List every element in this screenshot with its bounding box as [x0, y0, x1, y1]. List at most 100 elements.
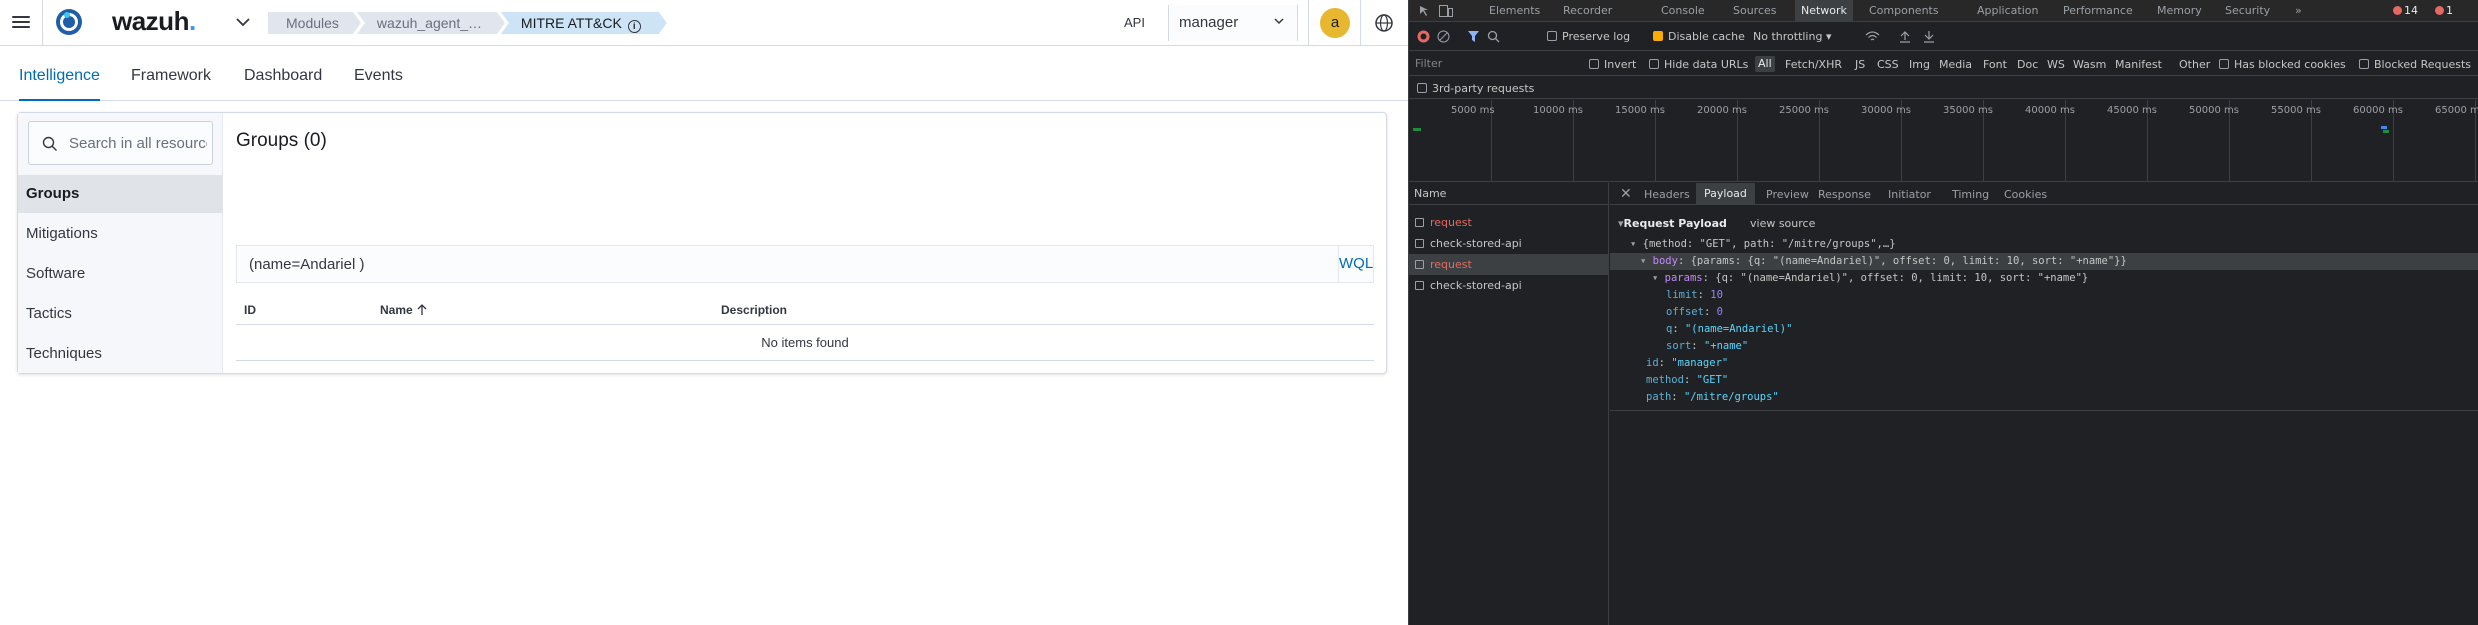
globe-icon[interactable]: [1373, 12, 1395, 34]
divider: [1610, 410, 2478, 411]
payload-sort: sort: "+name": [1666, 340, 1749, 352]
timeline-label: 60000 ms: [2353, 105, 2403, 116]
warning-count-badge[interactable]: 1: [2435, 4, 2453, 17]
devtools-tab-memory[interactable]: Memory: [2157, 4, 2202, 17]
sidebar-item-tactics[interactable]: Tactics: [18, 295, 223, 333]
search-icon[interactable]: [1487, 30, 1500, 43]
breadcrumb-mitre[interactable]: MITRE ATT&CK i: [501, 12, 667, 34]
tab-intelligence[interactable]: Intelligence: [19, 47, 100, 101]
sidebar-item-groups[interactable]: Groups: [18, 175, 223, 213]
network-overview-timeline[interactable]: 5000 ms 10000 ms 15000 ms 20000 ms 25000 ms 3…: [1409, 100, 2478, 182]
devtools-tabbar: Elements Recorder Console Sources Networ…: [1409, 0, 2478, 22]
avatar[interactable]: a: [1320, 8, 1350, 38]
filter-type-doc[interactable]: Doc: [2017, 58, 2038, 71]
error-count-badge[interactable]: 14: [2393, 4, 2418, 17]
menu-icon[interactable]: [12, 13, 30, 31]
detail-tab-headers[interactable]: Headers: [1644, 188, 1690, 201]
filter-type-media[interactable]: Media: [1939, 58, 1972, 71]
search-input[interactable]: [69, 132, 207, 154]
info-icon[interactable]: i: [628, 20, 641, 33]
tab-dashboard[interactable]: Dashboard: [244, 47, 322, 101]
sidebar-item-mitigations[interactable]: Mitigations: [18, 215, 223, 253]
search-box[interactable]: [28, 121, 213, 165]
detail-tab-timing[interactable]: Timing: [1952, 188, 1989, 201]
payload-body-row[interactable]: ▾ body: {params: {q: "(name=Andariel)", …: [1610, 253, 2478, 270]
filter-type-all[interactable]: All: [1755, 56, 1775, 72]
payload-params-row[interactable]: ▾ params: {q: "(name=Andariel)", offset:…: [1652, 270, 2088, 287]
detail-tab-response[interactable]: Response: [1818, 188, 1871, 201]
filter-input[interactable]: Filter: [1415, 57, 1442, 70]
filter-type-js[interactable]: JS: [1855, 58, 1865, 71]
blocked-requests-checkbox[interactable]: Blocked Requests: [2359, 58, 2471, 71]
invert-checkbox[interactable]: Invert: [1589, 58, 1636, 71]
devtools-tab-application[interactable]: Application: [1977, 4, 2038, 17]
import-har-icon[interactable]: [1899, 30, 1911, 43]
request-row[interactable]: check-stored-api: [1409, 275, 1609, 296]
wql-search-bar[interactable]: (name=Andariel ) WQL: [236, 245, 1374, 283]
breadcrumb-modules[interactable]: Modules: [268, 12, 361, 34]
detail-tab-initiator[interactable]: Initiator: [1888, 188, 1931, 201]
payload-root[interactable]: ▾ {method: "GET", path: "/mitre/groups",…: [1630, 236, 1896, 253]
filter-type-ws[interactable]: WS: [2047, 58, 2065, 71]
filter-type-font[interactable]: Font: [1983, 58, 2007, 71]
devtools-tab-network[interactable]: Network: [1795, 0, 1853, 22]
api-label: API: [1124, 15, 1145, 30]
devtools-tab-sources[interactable]: Sources: [1733, 4, 1777, 17]
payload-section-title[interactable]: ▾Request Payload: [1618, 217, 1727, 230]
network-conditions-icon[interactable]: [1865, 30, 1880, 43]
record-icon[interactable]: [1417, 30, 1430, 43]
filter-icon[interactable]: [1467, 30, 1480, 43]
view-source-link[interactable]: view source: [1750, 217, 1815, 230]
devtools-tab-performance[interactable]: Performance: [2063, 4, 2133, 17]
devtools-tab-components[interactable]: Components: [1869, 4, 1939, 17]
disable-cache-checkbox[interactable]: Disable cache: [1653, 30, 1745, 43]
request-row[interactable]: check-stored-api: [1409, 233, 1609, 254]
has-blocked-cookies-checkbox[interactable]: Has blocked cookies: [2219, 58, 2346, 71]
divider: [1360, 0, 1361, 46]
detail-tab-payload[interactable]: Payload: [1696, 183, 1755, 205]
detail-tab-preview[interactable]: Preview: [1766, 188, 1809, 201]
devtools-tab-security[interactable]: Security: [2225, 4, 2270, 17]
wazuh-logo-icon[interactable]: [55, 8, 83, 36]
preserve-log-checkbox[interactable]: Preserve log: [1547, 30, 1630, 43]
wql-query-text[interactable]: (name=Andariel ): [249, 256, 364, 273]
hide-data-urls-checkbox[interactable]: Hide data URLs: [1649, 58, 1748, 71]
column-id[interactable]: ID: [244, 303, 256, 317]
sidebar-item-techniques[interactable]: Techniques: [18, 335, 223, 373]
timeline-label: 30000 ms: [1861, 105, 1911, 116]
wql-button[interactable]: WQL: [1338, 246, 1373, 282]
sidebar-item-software[interactable]: Software: [18, 255, 223, 293]
name-column-header[interactable]: Name: [1409, 183, 1608, 205]
devtools-tab-recorder[interactable]: Recorder: [1563, 4, 1612, 17]
third-party-checkbox[interactable]: 3rd-party requests: [1417, 82, 1534, 95]
close-icon[interactable]: ✕: [1620, 186, 1632, 202]
column-name[interactable]: Name: [380, 303, 427, 317]
more-tabs-icon[interactable]: »: [2295, 4, 2302, 17]
inspect-icon[interactable]: [1419, 5, 1431, 17]
breadcrumb-agent[interactable]: wazuh_agent_u...: [357, 12, 505, 34]
devtools-tab-elements[interactable]: Elements: [1489, 4, 1540, 17]
intelligence-panel: Groups Mitigations Software Tactics Tech…: [17, 112, 1387, 374]
tab-framework[interactable]: Framework: [131, 47, 211, 101]
filter-type-css[interactable]: CSS: [1877, 58, 1899, 71]
filter-type-manifest[interactable]: Manifest: [2115, 58, 2162, 71]
filter-type-fetch-xhr[interactable]: Fetch/XHR: [1785, 58, 1842, 71]
filter-type-wasm[interactable]: Wasm: [2073, 58, 2106, 71]
request-row-selected[interactable]: request: [1409, 254, 1609, 275]
clear-icon[interactable]: [1437, 30, 1450, 43]
timeline-label: 25000 ms: [1779, 105, 1829, 116]
tab-events[interactable]: Events: [354, 47, 403, 101]
timeline-label: 45000 ms: [2107, 105, 2157, 116]
third-party-row: 3rd-party requests: [1409, 77, 2478, 99]
filter-type-other[interactable]: Other: [2179, 58, 2210, 71]
chevron-down-icon[interactable]: [232, 11, 254, 33]
device-toolbar-icon[interactable]: [1439, 5, 1453, 17]
api-selector[interactable]: manager: [1168, 5, 1298, 41]
throttling-select[interactable]: No throttling ▾: [1753, 30, 1831, 43]
devtools-tab-console[interactable]: Console: [1661, 4, 1705, 17]
request-row[interactable]: request: [1409, 212, 1609, 233]
column-description[interactable]: Description: [721, 303, 787, 317]
export-har-icon[interactable]: [1923, 30, 1935, 43]
filter-type-img[interactable]: Img: [1909, 58, 1930, 71]
detail-tab-cookies[interactable]: Cookies: [2004, 188, 2047, 201]
